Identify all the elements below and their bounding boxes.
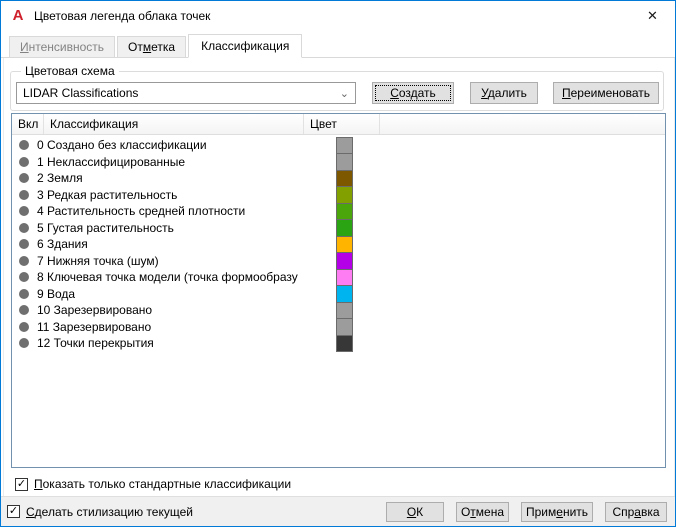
ok-button[interactable]: ОК: [386, 501, 444, 522]
color-swatch[interactable]: [336, 268, 353, 286]
column-header-empty: [380, 114, 665, 134]
color-scheme-value: LIDAR Classifications: [23, 86, 139, 100]
show-standard-label: Показать только стандартные классификаци…: [34, 477, 292, 491]
color-swatch[interactable]: [336, 136, 353, 154]
classification-label: 12 Точки перекрытия: [37, 336, 154, 351]
table-row[interactable]: 11 Зарезервировано: [12, 318, 665, 336]
table-row[interactable]: 2 Земля: [12, 169, 665, 187]
classification-label: 1 Неклассифицированные: [37, 154, 186, 169]
tab-classification[interactable]: Классификация: [188, 34, 303, 58]
table-row[interactable]: 10 Зарезервировано: [12, 301, 665, 319]
table-row[interactable]: 9 Вода: [12, 285, 665, 303]
color-swatch[interactable]: [336, 285, 353, 303]
table-row[interactable]: 4 Растительность средней плотности: [12, 202, 665, 220]
column-header-color[interactable]: Цвет: [304, 114, 380, 134]
enabled-dot-icon[interactable]: [19, 305, 29, 316]
classification-label: 8 Ключевая точка модели (точка формообра…: [37, 270, 298, 285]
checkbox-checked-icon: ✓: [7, 505, 20, 518]
color-scheme-group-label: Цветовая схема: [21, 64, 119, 78]
color-swatch[interactable]: [336, 235, 353, 253]
rename-button[interactable]: Переименовать: [553, 82, 659, 104]
color-scheme-group: Цветовая схема LIDAR Classifications ⌄ С…: [10, 64, 664, 111]
title-bar: A Цветовая легенда облака точек ✕: [1, 1, 675, 31]
classification-label: 0 Создано без классификации: [37, 138, 207, 153]
classification-label: 10 Зарезервировано: [37, 303, 153, 318]
classification-label: 6 Здания: [37, 237, 88, 252]
classification-label: 9 Вода: [37, 286, 76, 301]
delete-button[interactable]: Удалить: [470, 82, 538, 104]
tab-strip: Интенсивность Отметка Классификация: [1, 34, 675, 58]
table-row[interactable]: 0 Создано без классификации: [12, 136, 665, 154]
list-rows: 0 Создано без классификации 1 Неклассифи…: [12, 135, 665, 352]
enabled-dot-icon[interactable]: [19, 321, 29, 332]
footer-buttons: ОК Отмена Применить Справка: [386, 501, 667, 522]
classification-label: 2 Земля: [37, 171, 83, 186]
enabled-dot-icon[interactable]: [19, 173, 29, 184]
enabled-dot-icon[interactable]: [19, 288, 29, 299]
classification-label: 3 Редкая растительность: [37, 187, 178, 202]
enabled-dot-icon[interactable]: [19, 140, 29, 151]
classification-label: 7 Нижняя точка (шум): [37, 253, 159, 268]
table-row[interactable]: 1 Неклассифицированные: [12, 153, 665, 171]
color-swatch[interactable]: [336, 169, 353, 187]
classification-tab-page: Цветовая схема LIDAR Classifications ⌄ С…: [3, 58, 675, 498]
enabled-dot-icon[interactable]: [19, 255, 29, 266]
chevron-down-icon: ⌄: [339, 87, 349, 100]
enabled-dot-icon[interactable]: [19, 272, 29, 283]
enabled-dot-icon[interactable]: [19, 156, 29, 167]
classification-label: 4 Растительность средней плотности: [37, 204, 246, 219]
table-row[interactable]: 6 Здания: [12, 235, 665, 253]
window-title: Цветовая легенда облака точек: [34, 9, 211, 23]
dialog-footer: ✓ Сделать стилизацию текущей ОК Отмена П…: [1, 496, 675, 526]
create-button[interactable]: Создать: [372, 82, 454, 104]
enabled-dot-icon[interactable]: [19, 222, 29, 233]
close-icon: ✕: [647, 8, 658, 23]
make-style-current-label: Сделать стилизацию текущей: [26, 504, 193, 519]
tab-intensity: Интенсивность: [9, 36, 116, 57]
enabled-dot-icon[interactable]: [19, 239, 29, 250]
autocad-logo-icon: A: [12, 7, 24, 24]
enabled-dot-icon[interactable]: [19, 338, 29, 349]
color-swatch[interactable]: [336, 186, 353, 204]
make-style-current-checkbox[interactable]: ✓ Сделать стилизацию текущей: [7, 505, 193, 519]
classification-label: 5 Густая растительность: [37, 220, 174, 235]
checkbox-checked-icon: ✓: [15, 477, 28, 491]
list-header: Вкл Классификация Цвет: [12, 114, 665, 135]
table-row[interactable]: 8 Ключевая точка модели (точка формообра…: [12, 268, 665, 286]
color-swatch[interactable]: [336, 153, 353, 171]
table-row[interactable]: 12 Точки перекрытия: [12, 334, 665, 352]
apply-button[interactable]: Применить: [521, 501, 593, 522]
cancel-button[interactable]: Отмена: [456, 501, 509, 522]
enabled-dot-icon[interactable]: [19, 206, 29, 217]
show-standard-checkbox[interactable]: ✓ Показать только стандартные классифика…: [15, 477, 291, 491]
color-swatch[interactable]: [336, 202, 353, 220]
classification-label: 11 Зарезервировано: [37, 319, 152, 334]
help-button[interactable]: Справка: [605, 501, 667, 522]
close-button[interactable]: ✕: [630, 1, 675, 31]
column-header-classification[interactable]: Классификация: [44, 114, 304, 134]
enabled-dot-icon[interactable]: [19, 189, 29, 200]
table-row[interactable]: 7 Нижняя точка (шум): [12, 252, 665, 270]
color-swatch[interactable]: [336, 219, 353, 237]
classification-list: Вкл Классификация Цвет 0 Создано без кла…: [11, 113, 666, 468]
table-row[interactable]: 3 Редкая растительность: [12, 186, 665, 204]
color-scheme-dropdown[interactable]: LIDAR Classifications ⌄: [16, 82, 356, 104]
color-swatch[interactable]: [336, 334, 353, 352]
table-row[interactable]: 5 Густая растительность: [12, 219, 665, 237]
column-header-on[interactable]: Вкл: [12, 114, 44, 134]
color-swatch[interactable]: [336, 318, 353, 336]
color-swatch[interactable]: [336, 301, 353, 319]
tab-elevation[interactable]: Отметка: [117, 36, 187, 57]
point-cloud-color-legend-dialog: A Цветовая легенда облака точек ✕ Интенс…: [0, 0, 676, 527]
color-swatch[interactable]: [336, 252, 353, 270]
